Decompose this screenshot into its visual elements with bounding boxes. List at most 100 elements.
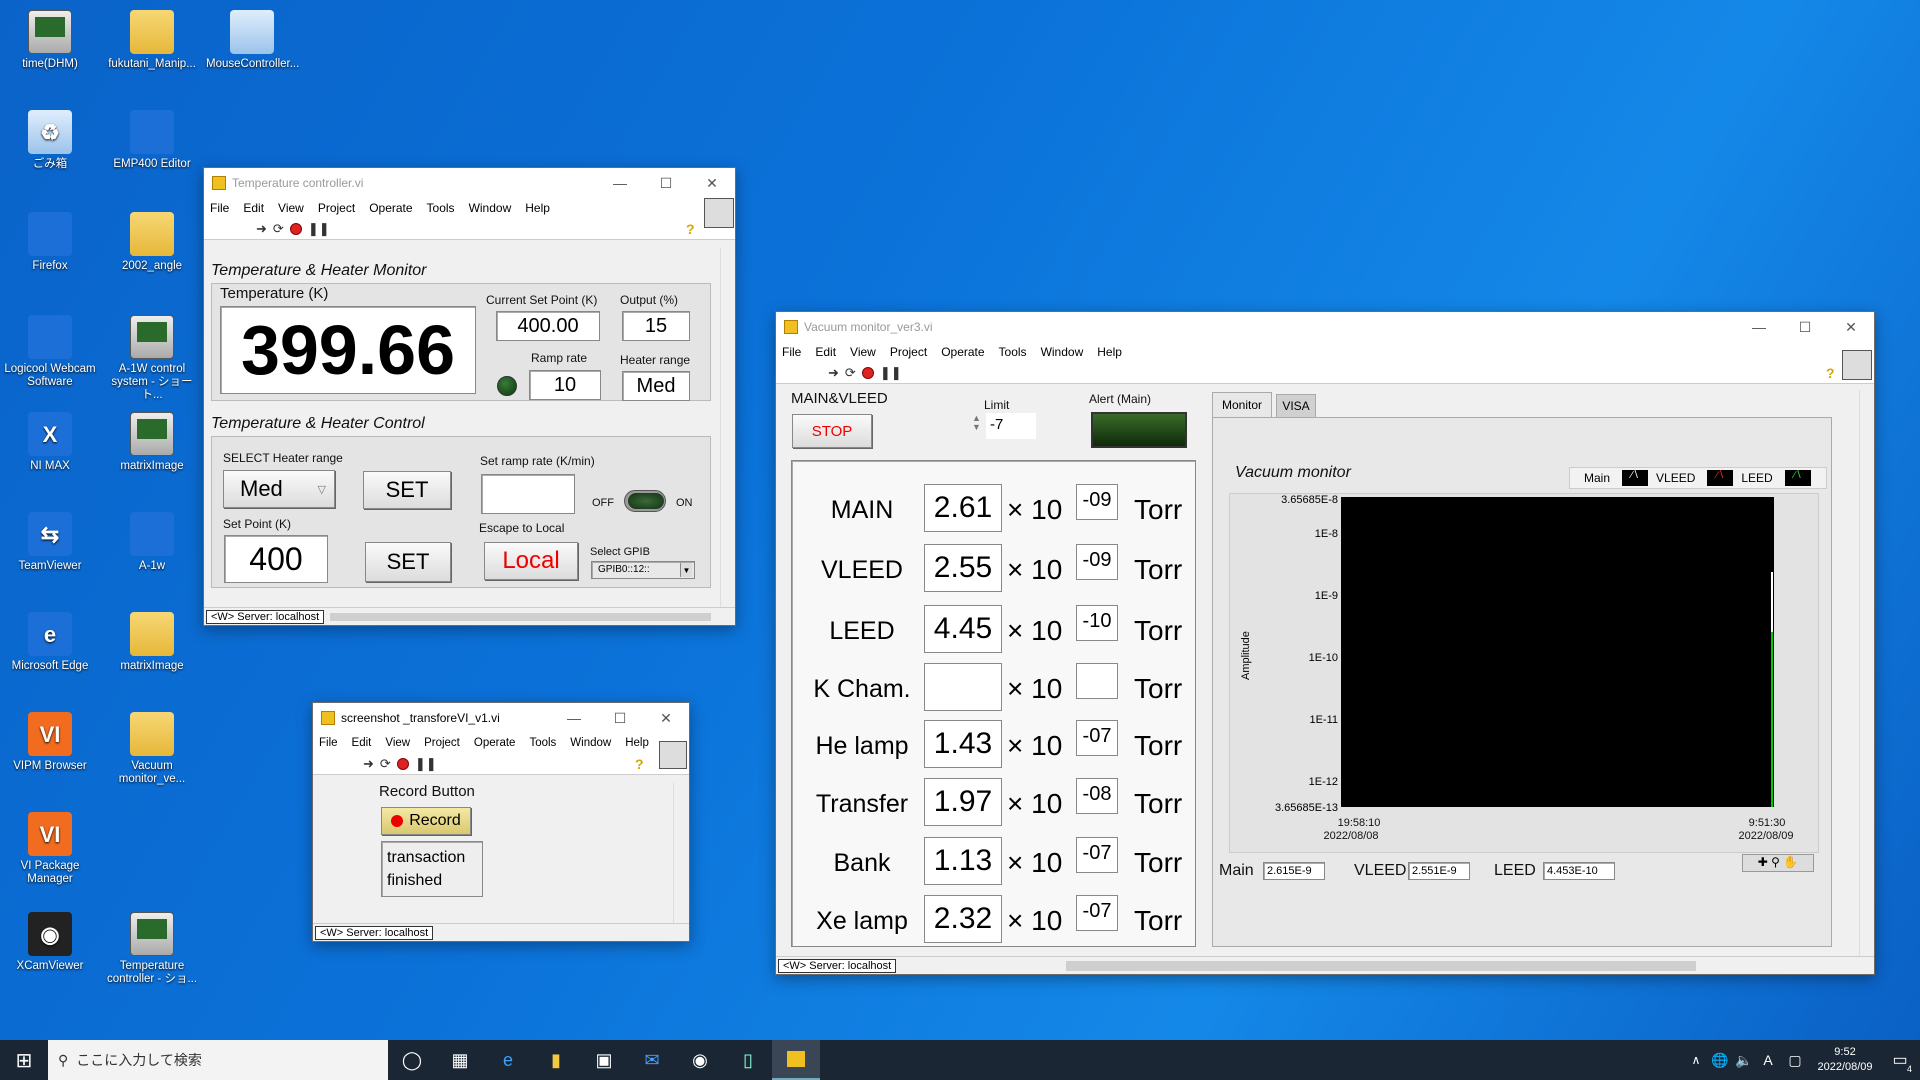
run-arrow-icon[interactable]: ➜	[256, 221, 267, 237]
desktop-icon-vi-package-manager[interactable]: VI VI Package Manager	[4, 812, 96, 886]
title-bar[interactable]: Vacuum monitor_ver3.vi — ☐ ✕	[776, 312, 1874, 342]
graph-palette[interactable]: ✚ ⚲ ✋	[1742, 854, 1814, 872]
camera-app-icon[interactable]: ◉	[676, 1040, 724, 1080]
clock[interactable]: 9:52 2022/08/09	[1810, 1045, 1880, 1075]
desktop-icon-a1w[interactable]: A-1w	[106, 512, 198, 573]
labview-taskbar-icon[interactable]	[772, 1040, 820, 1080]
menu-file[interactable]: File	[210, 201, 229, 215]
maximize-icon[interactable]: ☐	[643, 168, 689, 198]
setpoint-set-button[interactable]: SET	[365, 542, 451, 582]
menu-edit[interactable]: Edit	[243, 201, 264, 215]
horizontal-scrollbar[interactable]	[1066, 960, 1697, 971]
notification-icon[interactable]: ▭ 4	[1880, 1040, 1920, 1080]
maximize-icon[interactable]: ☐	[597, 703, 643, 733]
menu-operate[interactable]: Operate	[941, 345, 984, 359]
local-button[interactable]: Local	[484, 542, 578, 580]
legend-main-swatch-icon[interactable]: ∕∖	[1622, 470, 1649, 486]
taskbar-search[interactable]: ⚲ ここに入力して検索	[48, 1040, 388, 1080]
title-bar[interactable]: Temperature controller.vi — ☐ ✕	[204, 168, 735, 198]
minimize-icon[interactable]: —	[551, 703, 597, 733]
menu-window[interactable]: Window	[1041, 345, 1084, 359]
network-icon[interactable]: 🌐	[1708, 1040, 1732, 1080]
menu-tools[interactable]: Tools	[427, 201, 455, 215]
help-icon[interactable]: ?	[635, 756, 644, 772]
close-icon[interactable]: ✕	[1828, 312, 1874, 342]
menu-file[interactable]: File	[319, 737, 338, 749]
set-point-input[interactable]: 400	[224, 535, 328, 583]
mail-icon[interactable]: ✉	[628, 1040, 676, 1080]
heater-set-button[interactable]: SET	[363, 471, 451, 509]
desktop-icon-time-dhm[interactable]: time(DHM)	[4, 10, 96, 71]
menu-tools[interactable]: Tools	[999, 345, 1027, 359]
run-continuous-icon[interactable]: ⟳	[845, 365, 856, 381]
abort-icon[interactable]	[289, 222, 302, 235]
crosshair-icon[interactable]: ✚	[1758, 855, 1768, 869]
pause-icon[interactable]: ❚❚	[308, 221, 330, 237]
gpib-select[interactable]: GPIB0::12:: ▼	[591, 561, 695, 579]
abort-icon[interactable]	[861, 366, 874, 379]
desktop-icon-ni-max[interactable]: X NI MAX	[4, 412, 96, 473]
edge-icon[interactable]: e	[484, 1040, 532, 1080]
minimize-icon[interactable]: —	[597, 168, 643, 198]
run-arrow-icon[interactable]: ➜	[363, 756, 374, 772]
menu-help[interactable]: Help	[625, 737, 649, 749]
desktop-icon-temperature-controller[interactable]: Temperature controller - ショ...	[106, 912, 198, 986]
menu-operate[interactable]: Operate	[474, 737, 516, 749]
menu-view[interactable]: View	[385, 737, 410, 749]
menu-view[interactable]: View	[850, 345, 876, 359]
volume-icon[interactable]: 🔈	[1732, 1040, 1756, 1080]
desktop-icon-2002-angle[interactable]: 2002_angle	[106, 212, 198, 273]
start-windows-icon[interactable]: ⊞	[0, 1040, 48, 1080]
ramp-toggle[interactable]	[624, 490, 666, 512]
horizontal-scrollbar[interactable]	[330, 612, 711, 621]
close-icon[interactable]: ✕	[689, 168, 735, 198]
cortana-icon[interactable]: ◯	[388, 1040, 436, 1080]
menu-help[interactable]: Help	[525, 201, 550, 215]
menu-project[interactable]: Project	[424, 737, 460, 749]
notes-app-icon[interactable]: ▯	[724, 1040, 772, 1080]
desktop-icon-emp400-editor[interactable]: EMP400 Editor	[106, 110, 198, 171]
desktop-icon-matrix-image[interactable]: matrixImage	[106, 412, 198, 473]
maximize-icon[interactable]: ☐	[1782, 312, 1828, 342]
help-icon[interactable]: ?	[686, 221, 695, 237]
tray-chevron-icon[interactable]: ∧	[1684, 1040, 1708, 1080]
desktop-icon-logicool-webcam[interactable]: Logicool Webcam Software	[4, 315, 96, 389]
legend-leed-swatch-icon[interactable]: ∕∖	[1784, 470, 1811, 486]
desktop-icon-recycle-bin[interactable]: ♻ ごみ箱	[4, 110, 96, 171]
vertical-scrollbar[interactable]	[1859, 390, 1873, 956]
heater-range-select[interactable]: Med ▽	[223, 470, 335, 508]
limit-stepper[interactable]: ▲ ▼	[972, 414, 981, 432]
menu-help[interactable]: Help	[1097, 345, 1122, 359]
abort-icon[interactable]	[396, 757, 409, 770]
menu-view[interactable]: View	[278, 201, 304, 215]
help-icon[interactable]: ?	[1826, 365, 1835, 381]
desktop-icon-microsoft-edge[interactable]: e Microsoft Edge	[4, 612, 96, 673]
desktop-icon-xcamviewer[interactable]: ◉ XCamViewer	[4, 912, 96, 973]
vertical-scrollbar[interactable]	[673, 783, 687, 923]
store-icon[interactable]: ▣	[580, 1040, 628, 1080]
vertical-scrollbar[interactable]	[720, 248, 734, 608]
menu-window[interactable]: Window	[570, 737, 611, 749]
task-view-icon[interactable]: ▦	[436, 1040, 484, 1080]
desktop-icon-mouse-controller[interactable]: MouseController...	[206, 10, 299, 71]
menu-file[interactable]: File	[782, 345, 801, 359]
desktop-icon-teamviewer[interactable]: ⇆ TeamViewer	[4, 512, 96, 573]
desktop-icon-a1w-control[interactable]: A-1W control system - ショート...	[106, 315, 198, 402]
title-bar[interactable]: screenshot _transforeVI_v1.vi — ☐ ✕	[313, 703, 689, 733]
pan-hand-icon[interactable]: ✋	[1783, 855, 1798, 869]
close-icon[interactable]: ✕	[643, 703, 689, 733]
desktop-icon-firefox[interactable]: Firefox	[4, 212, 96, 273]
file-explorer-icon[interactable]: ▮	[532, 1040, 580, 1080]
set-ramp-input[interactable]	[481, 474, 575, 514]
run-continuous-icon[interactable]: ⟳	[273, 221, 284, 237]
limit-input[interactable]: -7	[986, 413, 1036, 439]
minimize-icon[interactable]: —	[1736, 312, 1782, 342]
run-continuous-icon[interactable]: ⟳	[380, 756, 391, 772]
tab-monitor[interactable]: Monitor	[1212, 392, 1272, 418]
menu-edit[interactable]: Edit	[815, 345, 836, 359]
menu-edit[interactable]: Edit	[352, 737, 372, 749]
zoom-icon[interactable]: ⚲	[1771, 855, 1780, 869]
desktop-icon-vacuum-monitor[interactable]: Vacuum monitor_ve...	[106, 712, 198, 786]
pause-icon[interactable]: ❚❚	[415, 756, 437, 772]
stop-button[interactable]: STOP	[792, 414, 872, 448]
